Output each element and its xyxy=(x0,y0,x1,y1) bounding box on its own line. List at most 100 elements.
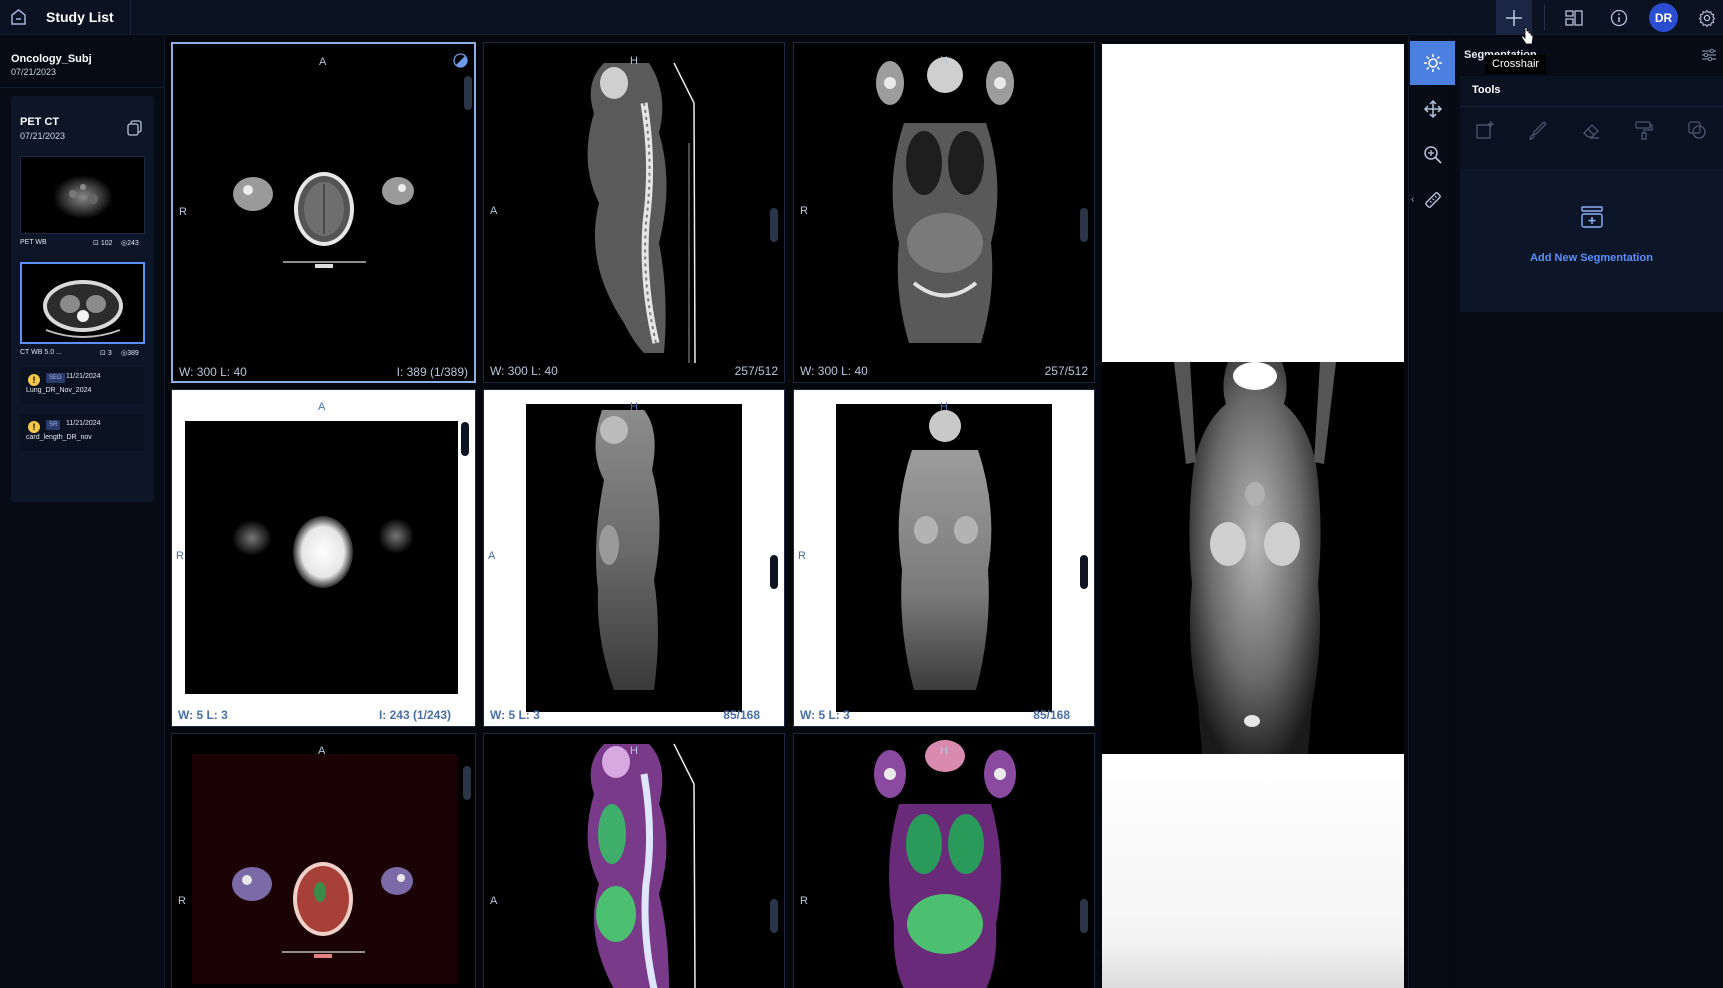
eraser-icon[interactable] xyxy=(1580,119,1602,141)
brush-icon[interactable] xyxy=(1527,119,1549,141)
tools-label: Tools xyxy=(1472,84,1501,96)
series-frames-value: 102 xyxy=(100,240,113,247)
new-segment-icon[interactable] xyxy=(1474,119,1496,141)
layout-icon xyxy=(1565,9,1583,26)
orientation-left: R xyxy=(178,895,186,907)
add-segmentation-icon xyxy=(1580,205,1604,234)
pan-button[interactable] xyxy=(1410,87,1455,131)
settings-button[interactable] xyxy=(1689,0,1723,35)
series-label: PET WB xyxy=(20,239,47,246)
crosshair-icon xyxy=(1506,9,1522,26)
window-level: W: 5 L: 3 xyxy=(178,708,228,722)
viewport-fusion-axial[interactable]: A R xyxy=(171,733,476,988)
modality-badge: SEG xyxy=(46,373,65,383)
orientation-left: A xyxy=(488,550,496,562)
slice-index: 257/512 xyxy=(734,364,778,378)
series-images: ◎243 xyxy=(121,240,139,247)
orientation-left: R xyxy=(800,205,808,217)
divider xyxy=(0,87,165,88)
slice-index: I: 243 (1/243) xyxy=(378,708,451,722)
orientation-top: H xyxy=(630,55,638,67)
tooltip: Crosshair xyxy=(1485,55,1547,74)
series-thumbnail-ct[interactable] xyxy=(20,262,145,344)
series-frames: ⊡ 102 xyxy=(93,240,113,247)
viewport-pt-axial[interactable]: A R W: 5 L: 3 I: 243 (1/243) xyxy=(171,389,476,727)
viewport-scrollbar[interactable] xyxy=(461,422,469,456)
viewport-scrollbar[interactable] xyxy=(1080,208,1088,242)
viewport-scrollbar[interactable] xyxy=(770,899,778,933)
study-title[interactable]: PET CT xyxy=(20,116,59,128)
viewport-scrollbar[interactable] xyxy=(1080,899,1088,933)
viewport-ct-axial[interactable]: A R W: 300 L: 40 I: 389 (1/389) xyxy=(171,42,476,383)
settings-icon xyxy=(1698,9,1716,27)
divider xyxy=(1544,5,1545,30)
viewport-mip[interactable] xyxy=(1102,44,1404,988)
ruler-icon xyxy=(1424,192,1441,208)
derived-name: card_length_DR_nov xyxy=(26,434,92,441)
patient-name: Oncology_Subj xyxy=(11,53,92,65)
brightness-button[interactable] xyxy=(1410,41,1455,85)
orientation-left: R xyxy=(798,550,806,562)
fill-icon[interactable] xyxy=(1633,119,1655,141)
orientation-left: A xyxy=(490,895,498,907)
avatar[interactable]: DR xyxy=(1649,3,1678,32)
shapes-icon[interactable] xyxy=(1686,119,1708,141)
orientation-left: R xyxy=(179,206,187,218)
top-bar: Study List DR xyxy=(0,0,1723,35)
viewport-pt-coronal[interactable]: H R W: 5 L: 3 85/168 xyxy=(793,389,1095,727)
series-frames-value: 3 xyxy=(107,350,112,357)
warning-icon: ! xyxy=(28,374,40,386)
slice-index: 85/168 xyxy=(723,708,760,722)
segmentation-panel: Segmentation Tools Add New Segmentation xyxy=(1456,36,1723,988)
orientation-left: R xyxy=(176,550,184,562)
orientation-top: H xyxy=(940,745,948,757)
viewport-fusion-coronal[interactable]: H R xyxy=(793,733,1095,988)
derived-name: Lung_DR_Nov_2024 xyxy=(26,387,92,394)
orientation-top: A xyxy=(319,56,327,68)
patient-date: 07/21/2023 xyxy=(11,67,57,77)
cursor-icon xyxy=(1521,27,1535,50)
viewport-scrollbar[interactable] xyxy=(770,208,778,242)
sliders-icon[interactable] xyxy=(1701,48,1717,67)
contrast-icon[interactable] xyxy=(453,53,468,73)
orientation-top: A xyxy=(318,745,326,757)
zoom-button[interactable] xyxy=(1410,133,1455,177)
series-thumbnail-pet[interactable] xyxy=(20,156,145,234)
window-level: W: 5 L: 3 xyxy=(490,708,540,722)
derived-sr-item[interactable]: ! SR 11/21/2024 card_length_DR_nov xyxy=(20,414,144,451)
viewport-scrollbar[interactable] xyxy=(463,766,471,800)
warning-icon: ! xyxy=(28,421,40,433)
viewport-scrollbar[interactable] xyxy=(770,555,778,589)
patient-header[interactable]: Oncology_Subj 07/21/2023 xyxy=(11,53,161,77)
viewport-ct-coronal[interactable]: H R W: 300 L: 40 257/512 xyxy=(793,42,1095,383)
slice-index: 257/512 xyxy=(1044,364,1088,378)
window-level: W: 5 L: 3 xyxy=(800,708,850,722)
add-segmentation-button[interactable]: Add New Segmentation xyxy=(1460,169,1723,312)
orientation-left: A xyxy=(490,205,498,217)
info-button[interactable] xyxy=(1601,0,1637,35)
copy-icon[interactable] xyxy=(127,120,142,141)
viewport-fusion-sagittal[interactable]: H A xyxy=(483,733,785,988)
derived-date: 11/21/2024 xyxy=(66,373,101,380)
orientation-left: R xyxy=(800,895,808,907)
derived-seg-item[interactable]: ! SEG 11/21/2024 Lung_DR_Nov_2024 xyxy=(20,367,144,404)
add-segmentation-label: Add New Segmentation xyxy=(1530,252,1653,264)
study-date: 07/21/2023 xyxy=(20,131,66,141)
segmentation-toolbar: ‹ xyxy=(1408,36,1455,988)
orientation-top: H xyxy=(630,401,638,413)
home-icon[interactable] xyxy=(9,8,28,27)
window-level: W: 300 L: 40 xyxy=(179,365,247,379)
viewport-scrollbar[interactable] xyxy=(1080,555,1088,589)
viewport-ct-sagittal[interactable]: H A W: 300 L: 40 257/512 xyxy=(483,42,785,383)
viewport-scrollbar[interactable] xyxy=(464,76,472,110)
series-frames: ⊡ 3 xyxy=(100,350,112,357)
page-title[interactable]: Study List xyxy=(46,9,114,25)
orientation-top: H xyxy=(940,401,948,413)
slice-index: I: 389 (1/389) xyxy=(396,365,468,379)
series-label: CT WB 5.0 ... xyxy=(20,349,62,356)
viewport-pt-sagittal[interactable]: H A W: 5 L: 3 85/168 xyxy=(483,389,785,727)
measure-button[interactable] xyxy=(1410,178,1455,222)
layout-button[interactable] xyxy=(1556,0,1592,35)
series-images-value: 389 xyxy=(127,350,139,357)
move-icon xyxy=(1423,99,1442,119)
